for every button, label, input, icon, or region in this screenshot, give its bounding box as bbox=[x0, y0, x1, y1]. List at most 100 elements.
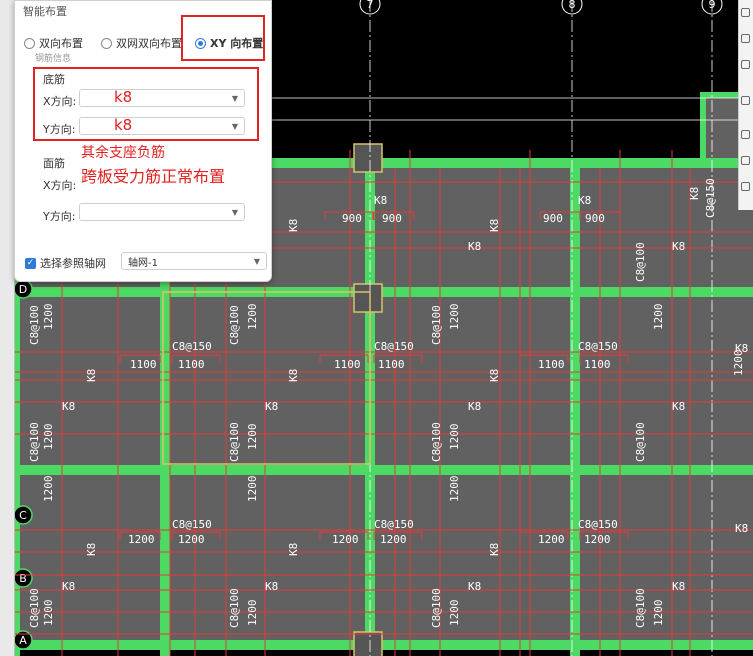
rebar-length-label: 1200 bbox=[178, 533, 205, 546]
slab-label: K8 bbox=[688, 187, 701, 200]
tool-icon[interactable] bbox=[741, 8, 750, 17]
top-rebar-label: 面筋 bbox=[43, 157, 65, 170]
axis-label: A bbox=[19, 634, 27, 647]
column bbox=[353, 283, 383, 313]
rebar-length-label: 1200 bbox=[42, 424, 55, 451]
tool-icon[interactable] bbox=[741, 156, 750, 165]
top-x-label: X方向: bbox=[43, 179, 77, 192]
subsection-partial-title: 钢筋信息 bbox=[35, 54, 72, 64]
beam bbox=[14, 465, 753, 475]
axis-label: 9 bbox=[709, 0, 716, 11]
slab-panel bbox=[374, 165, 570, 287]
section-title: 智能布置 bbox=[23, 5, 67, 18]
slab-panel bbox=[578, 297, 753, 465]
slab-label: K8 bbox=[468, 240, 481, 253]
rebar-spec-label: C8@100 bbox=[28, 422, 41, 462]
tool-icon[interactable] bbox=[741, 34, 750, 43]
option-double-net[interactable]: 双网双向布置 bbox=[101, 35, 182, 51]
right-toolbar-strip bbox=[738, 0, 753, 210]
rebar-spec-label: C8@150 bbox=[578, 340, 618, 353]
rebar-length-label: 1200 bbox=[448, 304, 461, 331]
slab-label: K8 bbox=[374, 194, 387, 207]
rebar-length-label: 1100 bbox=[130, 358, 157, 371]
rebar-spec-label: C8@100 bbox=[634, 588, 647, 628]
rebar-length-label: 1200 bbox=[246, 424, 259, 451]
axis-label: 7 bbox=[367, 0, 374, 11]
axis-reference-checkbox[interactable]: ✓ 选择参照轴网 bbox=[25, 255, 106, 271]
slab-panel bbox=[578, 475, 753, 640]
rebar-spec-label: C8@100 bbox=[430, 422, 443, 462]
tool-icon[interactable] bbox=[741, 60, 750, 69]
rebar-length-label: 1200 bbox=[448, 424, 461, 451]
rebar-spec-label: C8@100 bbox=[228, 588, 241, 628]
rebar-length-label: 1200 bbox=[448, 600, 461, 627]
rebar-spec-label: C8@100 bbox=[430, 305, 443, 345]
rebar-length-label: 1200 bbox=[652, 304, 665, 331]
highlight-box-xy bbox=[181, 15, 265, 61]
slab-label: K8 bbox=[672, 580, 685, 593]
rebar-length-label: 1200 bbox=[128, 533, 155, 546]
rebar-spec-label: C8@100 bbox=[228, 422, 241, 462]
axis-label: B bbox=[19, 572, 27, 585]
checkbox-label: 选择参照轴网 bbox=[40, 257, 106, 270]
slab-panel bbox=[578, 165, 753, 287]
slab-label: K8 bbox=[468, 400, 481, 413]
slab-label: K8 bbox=[265, 400, 278, 413]
rebar-spec-label: C8@150 bbox=[374, 340, 414, 353]
rebar-length-label: 1200 bbox=[42, 304, 55, 331]
rebar-spec-label: C8@150 bbox=[172, 518, 212, 531]
tool-icon[interactable] bbox=[741, 130, 750, 139]
beam bbox=[14, 640, 753, 650]
rebar-length-label: 900 bbox=[342, 212, 362, 225]
radio-icon[interactable] bbox=[24, 37, 35, 49]
slab-label: K8 bbox=[85, 369, 98, 382]
rebar-length-label: 1100 bbox=[538, 358, 565, 371]
slab-label: K8 bbox=[488, 543, 501, 556]
rebar-length-label: 1200 bbox=[42, 600, 55, 627]
option-label: 双向布置 bbox=[39, 37, 83, 50]
annotation-text: 跨板受力筋正常布置 bbox=[81, 167, 226, 186]
rebar-spec-label: C8@100 bbox=[430, 588, 443, 628]
checkbox-checked-icon[interactable]: ✓ bbox=[25, 257, 36, 269]
slab-label: K8 bbox=[85, 543, 98, 556]
top-y-label: Y方向: bbox=[43, 210, 76, 223]
slab-panel bbox=[170, 475, 365, 640]
slab-label: K8 bbox=[287, 219, 300, 232]
slab-label: K8 bbox=[578, 194, 591, 207]
rebar-length-label: 1100 bbox=[584, 358, 611, 371]
option-label: 双网双向布置 bbox=[116, 37, 182, 50]
slab-panel bbox=[170, 297, 365, 465]
slab-label: K8 bbox=[488, 219, 501, 232]
chevron-down-icon: ▼ bbox=[231, 208, 238, 217]
rebar-length-label: 1200 bbox=[652, 600, 665, 627]
rebar-length-label: 1200 bbox=[42, 476, 55, 503]
beam bbox=[14, 287, 753, 297]
slab-label: K8 bbox=[265, 580, 278, 593]
rebar-length-label: 900 bbox=[585, 212, 605, 225]
chevron-down-icon: ▼ bbox=[253, 257, 260, 266]
highlight-box-bottom-rebar bbox=[33, 67, 259, 141]
beam bbox=[700, 92, 706, 162]
slab-label: K8 bbox=[468, 580, 481, 593]
column bbox=[353, 631, 383, 656]
axis-grid-select[interactable]: 轴网-1 ▼ bbox=[121, 252, 267, 270]
rebar-length-label: 900 bbox=[543, 212, 563, 225]
tool-icon[interactable] bbox=[741, 182, 750, 191]
left-toolbar-strip bbox=[0, 0, 15, 656]
tool-icon[interactable] bbox=[741, 96, 750, 105]
rebar-spec-label: C8@100 bbox=[28, 305, 41, 345]
rebar-length-label: 1200 bbox=[246, 600, 259, 627]
option-bidirectional[interactable]: 双向布置 bbox=[24, 35, 83, 51]
top-y-select[interactable]: ▼ bbox=[79, 203, 245, 221]
beam bbox=[570, 158, 580, 656]
rebar-length-label: 1200 bbox=[448, 476, 461, 503]
slab-label: K8 bbox=[62, 580, 75, 593]
slab-panel bbox=[374, 475, 570, 640]
slab-label: K8 bbox=[62, 400, 75, 413]
rebar-length-label: 1200 bbox=[246, 304, 259, 331]
rebar-length-label: 1200 bbox=[584, 533, 611, 546]
rebar-length-label: 1100 bbox=[178, 358, 205, 371]
radio-icon[interactable] bbox=[101, 37, 112, 49]
rebar-length-label: 1200 bbox=[732, 350, 745, 377]
annotation-text: 其余支座负筋 bbox=[81, 145, 165, 161]
